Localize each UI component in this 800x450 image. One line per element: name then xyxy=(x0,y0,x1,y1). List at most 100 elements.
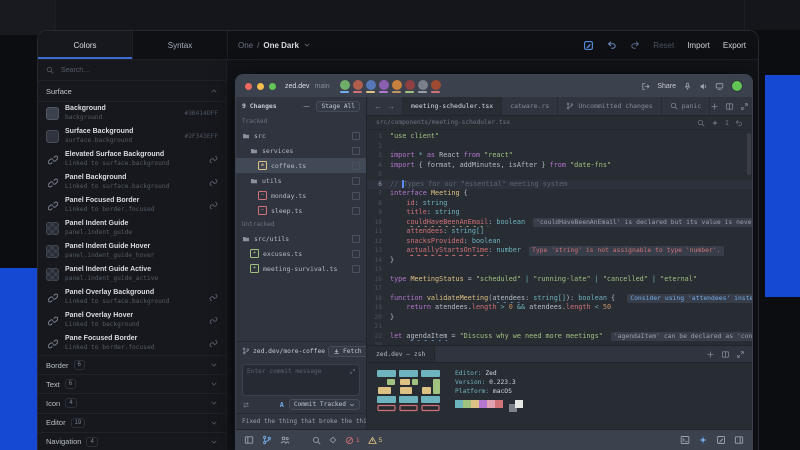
error-count[interactable]: 1 xyxy=(345,436,360,445)
sidebar-item-panel-indent-guide[interactable]: Panel Indent Guidepanel.indent_guide xyxy=(38,217,226,240)
search-input[interactable] xyxy=(59,66,218,75)
buffer-search-icon[interactable] xyxy=(697,119,705,127)
breadcrumb[interactable]: One / One Dark xyxy=(238,31,311,59)
avatar[interactable] xyxy=(366,80,376,93)
git-entry-monday-ts[interactable]: −monday.ts xyxy=(236,188,366,203)
commit-tracked-button[interactable]: Commit Tracked xyxy=(289,399,360,410)
git-entry-sleep-ts[interactable]: −sleep.ts xyxy=(236,203,366,218)
code-line[interactable]: 21 xyxy=(367,322,752,332)
code-line[interactable]: 15 xyxy=(367,265,752,275)
scrollbar-thumb[interactable] xyxy=(747,133,751,175)
history-icon[interactable] xyxy=(735,119,743,127)
project-panel-icon[interactable] xyxy=(244,435,254,445)
assistant-toggle-icon[interactable] xyxy=(698,435,708,445)
reset-button[interactable]: Reset xyxy=(653,41,674,50)
git-entry-src-utils[interactable]: src/utils xyxy=(236,231,366,246)
code-editor[interactable]: 1"use client"23import * as React from "r… xyxy=(367,130,752,345)
sidebar-item-panel-background[interactable]: Panel BackgroundLinked to surface.backgr… xyxy=(38,171,226,194)
chevron-down-icon[interactable] xyxy=(210,419,218,427)
code-line[interactable]: 6// Types for our "essential" meeting sy… xyxy=(367,180,752,190)
git-entry-utils[interactable]: utils xyxy=(236,173,366,188)
minimize-traffic-light[interactable] xyxy=(257,83,264,90)
project-name[interactable]: zed.dev xyxy=(285,83,310,90)
code-line[interactable]: 18function validateMeeting(atendees: str… xyxy=(367,294,752,304)
sidebar-item-pane-focused-border[interactable]: Pane Focused BorderLinked to border.focu… xyxy=(38,332,226,355)
commit-message-box[interactable]: Enter commit message xyxy=(242,364,360,396)
section-navigation[interactable]: Navigation4 xyxy=(38,432,226,450)
sidebar-item-panel-indent-guide-hover[interactable]: Panel Indent Guide Hoverpanel.indent_gui… xyxy=(38,240,226,263)
new-terminal-icon[interactable] xyxy=(706,350,715,359)
share-button[interactable]: Share xyxy=(657,83,676,90)
code-line[interactable]: 10 couldHaveBeenAnEmail: boolean'couldHa… xyxy=(367,218,752,228)
stage-checkbox[interactable] xyxy=(352,132,360,140)
commit-options-icon[interactable] xyxy=(242,401,250,409)
split-terminal-icon[interactable] xyxy=(721,350,730,359)
avatar[interactable] xyxy=(340,80,350,93)
transparent-swatch[interactable] xyxy=(46,268,59,281)
sidebar-item-panel-focused-border[interactable]: Panel Focused BorderLinked to border.foc… xyxy=(38,194,226,217)
fetch-button[interactable]: Fetch xyxy=(328,346,367,357)
unlink-icon[interactable] xyxy=(209,339,218,348)
section-border[interactable]: Border6 xyxy=(38,355,226,374)
breadcrumb-root[interactable]: One xyxy=(238,41,253,50)
redo-icon[interactable] xyxy=(630,40,640,50)
unlink-icon[interactable] xyxy=(209,155,218,164)
amend-indicator[interactable]: A xyxy=(280,401,284,409)
terminal-output[interactable]: Editor: ZedVersion: 0.223.3Platform: mac… xyxy=(367,363,752,429)
screen-share-icon[interactable] xyxy=(715,82,724,91)
sidebar-item-panel-overlay-hover[interactable]: Panel Overlay HoverLinked to background xyxy=(38,309,226,332)
terminal-tab[interactable]: zed.dev — zsh xyxy=(367,346,435,362)
project-search-icon[interactable] xyxy=(312,436,321,445)
avatar[interactable] xyxy=(431,80,441,93)
right-dock-icon[interactable] xyxy=(734,435,744,445)
code-line[interactable]: 2 xyxy=(367,142,752,152)
unlink-icon[interactable] xyxy=(209,316,218,325)
edit-log-icon[interactable] xyxy=(716,435,726,445)
code-line[interactable]: 12 snacksProvided: boolean xyxy=(367,237,752,247)
unlink-icon[interactable] xyxy=(209,178,218,187)
chevron-down-icon[interactable] xyxy=(210,438,218,446)
code-line[interactable]: 13 actuallyStartsOnTime: numberType 'str… xyxy=(367,246,752,256)
code-line[interactable]: 22let agendaItem = "Discuss why we need … xyxy=(367,332,752,342)
code-line[interactable]: 17 xyxy=(367,284,752,294)
avatar[interactable] xyxy=(379,80,389,93)
section-surface[interactable]: Surface xyxy=(38,81,226,102)
section-editor[interactable]: Editor19 xyxy=(38,413,226,432)
git-entry-src[interactable]: src xyxy=(236,128,366,143)
maximize-terminal-icon[interactable] xyxy=(736,350,745,359)
tab-colors[interactable]: Colors xyxy=(38,31,133,59)
search-row[interactable] xyxy=(38,60,226,81)
unstage-all-icon[interactable] xyxy=(302,102,311,111)
cursor-mode-icon[interactable]: I xyxy=(725,119,729,127)
undo-icon[interactable] xyxy=(607,40,617,50)
chevron-down-icon[interactable] xyxy=(210,399,218,407)
code-line[interactable]: 5 xyxy=(367,170,752,180)
file-path[interactable]: src/components/meeting-scheduler.tsx xyxy=(376,119,510,126)
mic-icon[interactable] xyxy=(683,82,692,91)
code-line[interactable]: 1"use client" xyxy=(367,132,752,142)
sidebar-item-background[interactable]: Backgroundbackground#3B414DFF xyxy=(38,102,226,125)
color-swatch[interactable] xyxy=(46,130,59,143)
user-avatar[interactable] xyxy=(731,80,743,92)
stage-checkbox[interactable] xyxy=(352,235,360,243)
stage-checkbox[interactable] xyxy=(352,250,360,258)
warning-count[interactable]: 5 xyxy=(368,436,383,445)
transparent-swatch[interactable] xyxy=(46,222,59,235)
zoom-traffic-light[interactable] xyxy=(269,83,276,90)
sidebar-item-elevated-surface-background[interactable]: Elevated Surface BackgroundLinked to sur… xyxy=(38,148,226,171)
branch-name[interactable]: main xyxy=(315,83,330,90)
git-entry-meeting-survival-ts[interactable]: +meeting-survival.ts xyxy=(236,261,366,276)
code-line[interactable]: 7interface Meeting { xyxy=(367,189,752,199)
collab-panel-icon[interactable] xyxy=(280,435,290,445)
diagnostics-icon[interactable] xyxy=(329,436,337,444)
audio-icon[interactable] xyxy=(699,82,708,91)
new-tab-icon[interactable] xyxy=(710,102,719,111)
stage-checkbox[interactable] xyxy=(352,177,360,185)
edit-theme-icon[interactable] xyxy=(583,40,594,51)
avatar[interactable] xyxy=(418,80,428,93)
transparent-swatch[interactable] xyxy=(46,245,59,258)
breadcrumb-current[interactable]: One Dark xyxy=(263,41,299,50)
git-entry-coffee-ts[interactable]: ±coffee.ts xyxy=(236,158,366,173)
stage-all-button[interactable]: Stage All xyxy=(316,101,360,112)
expand-icon[interactable] xyxy=(349,368,356,375)
